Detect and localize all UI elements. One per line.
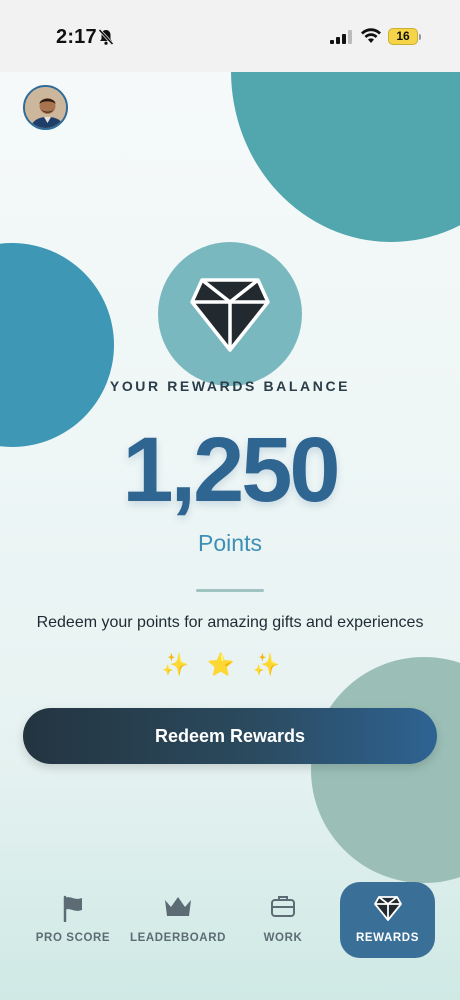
rewards-badge	[158, 242, 302, 386]
tab-label: LEADERBOARD	[129, 932, 227, 944]
bell-off-icon	[98, 28, 114, 46]
crown-icon	[165, 897, 191, 916]
tab-work[interactable]: WORK	[238, 880, 328, 958]
balance-value: 1,250	[122, 419, 340, 521]
flag-icon	[63, 895, 82, 922]
balance-unit: Points	[198, 530, 262, 556]
divider	[196, 589, 264, 592]
bottom-tab-bar: PRO SCORE LEADERBOARD WORK REWARDS	[0, 880, 460, 970]
tab-rewards[interactable]: REWARDS	[340, 882, 435, 958]
status-time: 2:17	[56, 26, 97, 48]
diamond-icon	[373, 896, 402, 921]
tagline: Redeem your points for amazing gifts and…	[36, 614, 424, 631]
tab-label: REWARDS	[356, 932, 419, 944]
balance-label: YOUR REWARDS BALANCE	[109, 378, 351, 394]
tab-leaderboard[interactable]: LEADERBOARD	[128, 880, 228, 958]
briefcase-icon	[271, 896, 295, 917]
status-bar: 2:17 16	[0, 0, 460, 72]
tab-label: WORK	[263, 932, 303, 944]
wifi-icon	[361, 28, 381, 43]
cellular-signal-icon	[330, 30, 352, 44]
profile-avatar[interactable]	[23, 85, 68, 130]
tab-label: PRO SCORE	[35, 932, 111, 944]
decorative-circle-left	[0, 243, 114, 447]
decorative-circle-bottom-right	[311, 657, 460, 883]
diamond-icon	[190, 278, 270, 352]
redeem-rewards-button[interactable]: Redeem Rewards	[23, 708, 437, 764]
tab-pro-score[interactable]: PRO SCORE	[28, 880, 118, 958]
rewards-screen: 2:17 16 YOUR REWARDS BALANCE 1,250 Point…	[0, 0, 460, 1000]
sparkle-emoji-row: ✨⭐✨	[161, 652, 299, 677]
battery-indicator: 16	[388, 28, 421, 45]
person-avatar-icon	[25, 87, 66, 128]
